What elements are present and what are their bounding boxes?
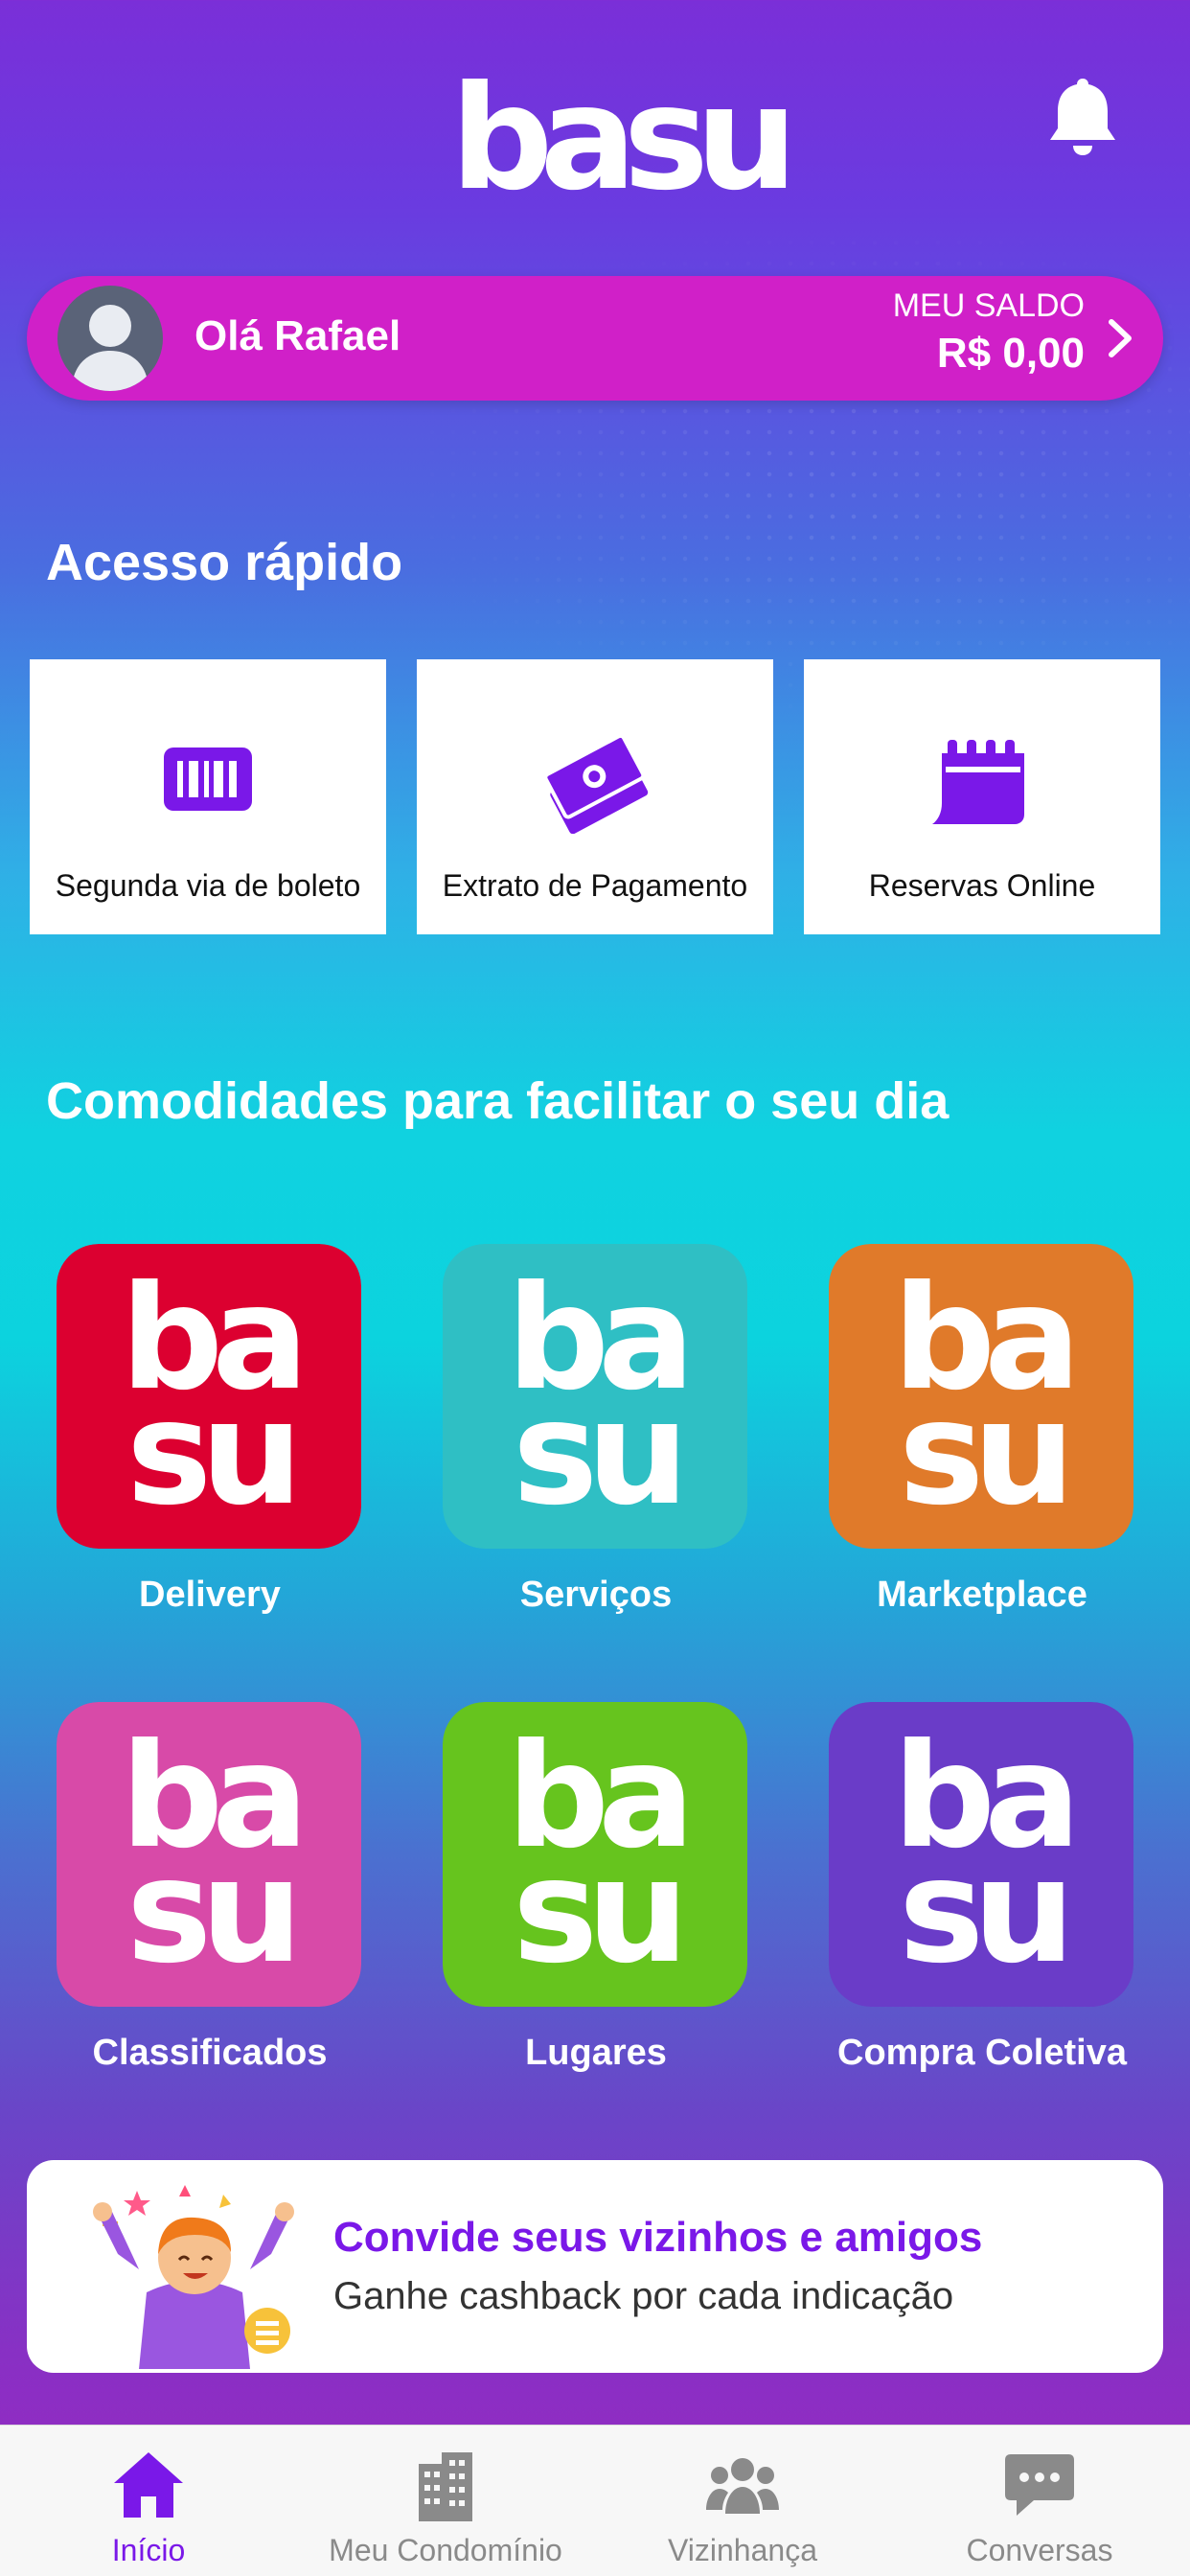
amenity-tile-lugares[interactable]: ba su bbox=[443, 1702, 747, 2007]
tab-label: Meu Condomínio bbox=[329, 2533, 562, 2567]
basu-app-icon: basu bbox=[829, 1244, 1133, 1549]
amenity-label: Serviços bbox=[519, 1575, 673, 1615]
tab-label: Início bbox=[111, 2533, 186, 2567]
quick-item-boleto[interactable]: Segunda via de boleto bbox=[30, 659, 386, 934]
amenities-title: Comodidades para facilitar o seu dia bbox=[46, 1072, 950, 1130]
amenity-tile-delivery[interactable]: ba su bbox=[57, 1244, 361, 1549]
tab-conversas[interactable]: Conversas bbox=[891, 2426, 1188, 2576]
quick-item-label: Extrato de Pagamento bbox=[442, 868, 748, 903]
basu-app-icon: basu bbox=[829, 1702, 1133, 2007]
invite-illustration-icon bbox=[80, 2177, 309, 2369]
amenity-tile-compra-coletiva[interactable]: ba su bbox=[829, 1702, 1133, 2007]
amenity-tile-servi-os[interactable]: ba su bbox=[443, 1244, 747, 1549]
balance-label: MEU SALDO bbox=[892, 288, 1085, 324]
quick-item-reservas[interactable]: Reservas Online bbox=[804, 659, 1160, 934]
tile-logo-bottom: su bbox=[126, 1828, 291, 1995]
amenity-tile-classificados[interactable]: ba su bbox=[57, 1702, 361, 2007]
basu-app-icon: basu bbox=[443, 1244, 747, 1549]
tab-label: Vizinhança bbox=[668, 2533, 817, 2567]
tab-bar: Início Meu Condomínio Vizinhança Convers… bbox=[0, 2425, 1190, 2576]
greeting: Olá Rafael bbox=[195, 312, 401, 359]
header: basu bbox=[0, 0, 1190, 249]
calendar-icon bbox=[925, 728, 1040, 834]
tile-logo-bottom: su bbox=[513, 1828, 677, 1995]
people-icon bbox=[704, 2447, 781, 2523]
amenity-label: Marketplace bbox=[877, 1575, 1087, 1615]
invite-banner[interactable]: Convide seus vizinhos e amigos Ganhe cas… bbox=[27, 2160, 1163, 2373]
money-icon bbox=[538, 728, 652, 835]
user-avatar-icon bbox=[57, 286, 163, 391]
invite-title: Convide seus vizinhos e amigos bbox=[333, 2214, 983, 2261]
barcode-icon bbox=[150, 728, 265, 834]
chat-icon bbox=[1001, 2447, 1078, 2523]
balance-value: R$ 0,00 bbox=[936, 330, 1085, 377]
tab-vizinhanca[interactable]: Vizinhança bbox=[594, 2426, 891, 2576]
basu-app-icon: basu bbox=[443, 1702, 747, 2007]
basu-app-icon: basu bbox=[57, 1702, 361, 2007]
tab-meu-condominio[interactable]: Meu Condomínio bbox=[297, 2426, 594, 2576]
amenity-label: Lugares bbox=[525, 2033, 667, 2073]
quick-item-label: Reservas Online bbox=[868, 868, 1096, 903]
quick-item-label: Segunda via de boleto bbox=[55, 868, 361, 903]
tile-logo-bottom: su bbox=[513, 1370, 677, 1537]
tab-inicio[interactable]: Início bbox=[0, 2426, 297, 2576]
building-icon bbox=[407, 2447, 484, 2523]
chevron-right-icon bbox=[1106, 316, 1134, 360]
invite-subtitle: Ganhe cashback por cada indicação bbox=[333, 2275, 954, 2317]
basu-logo: basu bbox=[450, 56, 798, 222]
tab-label: Conversas bbox=[966, 2533, 1113, 2567]
home-icon bbox=[110, 2447, 187, 2523]
basu-app-icon: basu bbox=[57, 1244, 361, 1549]
tile-logo-bottom: su bbox=[899, 1828, 1064, 1995]
quick-item-extrato[interactable]: Extrato de Pagamento bbox=[417, 659, 773, 934]
tile-logo-bottom: su bbox=[126, 1370, 291, 1537]
amenity-label: Classificados bbox=[92, 2033, 328, 2073]
balance-bar[interactable]: Olá Rafael MEU SALDO R$ 0,00 bbox=[27, 276, 1163, 401]
tile-logo-bottom: su bbox=[899, 1370, 1064, 1537]
amenity-label: Compra Coletiva bbox=[837, 2033, 1127, 2073]
bell-icon[interactable] bbox=[1044, 73, 1121, 159]
amenity-label: Delivery bbox=[139, 1575, 281, 1615]
amenity-tile-marketplace[interactable]: ba su bbox=[829, 1244, 1133, 1549]
quick-access-title: Acesso rápido bbox=[46, 534, 403, 591]
